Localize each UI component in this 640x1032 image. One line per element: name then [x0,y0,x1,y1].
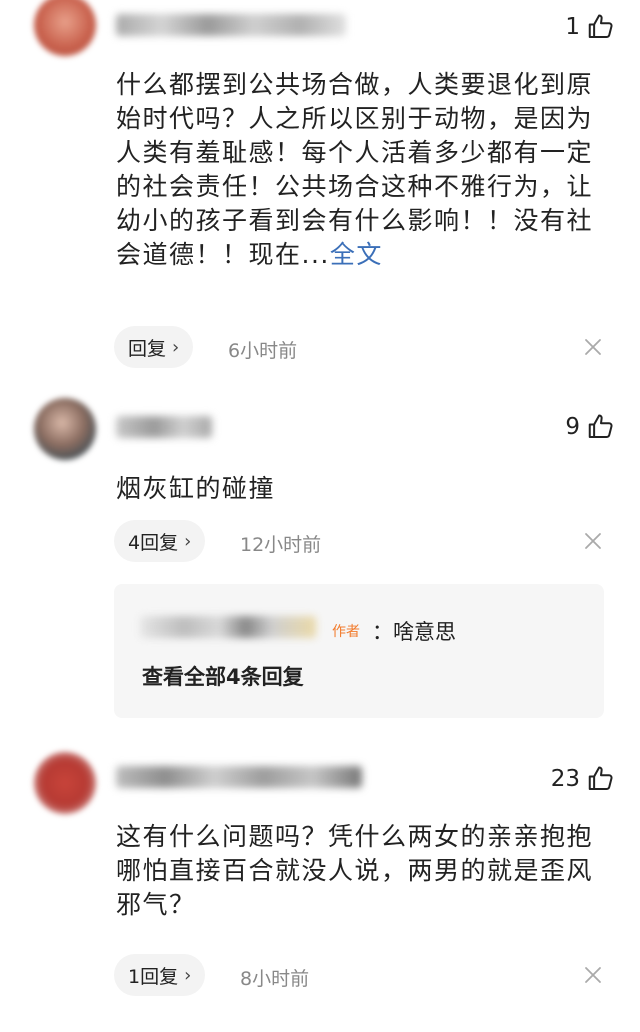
reply-label: 1回复 [128,965,179,988]
chevron-right-icon: › [184,964,192,986]
username[interactable] [116,766,362,788]
comment-text: 什么都摆到公共场合做，人类要退化到原始时代吗？人之所以区别于动物，是因为人类有羞… [116,70,594,269]
reply-button[interactable]: 4回复 › [114,520,206,562]
sub-reply-text: ：啥意思 [372,620,456,644]
full-text-link[interactable]: 全文 [330,240,383,269]
comment-text: 这有什么问题吗？凭什么两女的亲亲抱抱哪怕直接百合就没人说，两男的就是歪风邪气？ [116,822,594,919]
reply-button[interactable]: 回复 › [114,326,194,368]
author-tag: 作者 [332,624,360,640]
like-button[interactable]: 23 [551,764,616,794]
reply-label: 回复 [128,337,167,360]
reply-label: 4回复 [128,531,179,554]
timestamp: 8小时前 [240,968,310,990]
chevron-right-icon: › [172,336,180,358]
username[interactable] [116,14,346,36]
thumbs-up-icon [586,412,616,442]
close-icon[interactable] [582,530,604,552]
reply-button[interactable]: 1回复 › [114,954,206,996]
comment-text: 烟灰缸的碰撞 [116,474,276,503]
chevron-right-icon: › [184,530,192,552]
view-all-replies-link[interactable]: 查看全部4条回复 [142,661,304,691]
like-button[interactable]: 1 [565,12,616,42]
close-icon[interactable] [582,336,604,358]
like-count: 23 [550,766,580,792]
avatar[interactable] [34,0,96,56]
timestamp: 12小时前 [240,534,322,556]
like-count: 1 [565,14,580,40]
username[interactable] [116,416,212,438]
like-count: 9 [565,414,580,440]
avatar[interactable] [34,398,96,460]
sub-reply-username[interactable] [140,616,316,638]
avatar[interactable] [34,752,96,814]
thumbs-up-icon [586,764,616,794]
like-button[interactable]: 9 [565,412,616,442]
close-icon[interactable] [582,964,604,986]
thumbs-up-icon [586,12,616,42]
sub-reply-box[interactable]: 作者 ：啥意思 查看全部4条回复 [114,584,604,718]
timestamp: 6小时前 [228,340,298,362]
